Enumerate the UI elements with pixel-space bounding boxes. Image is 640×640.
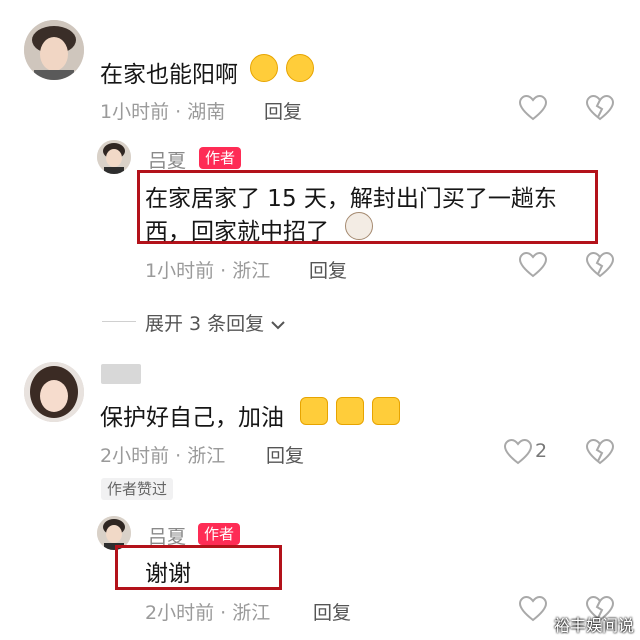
chevron-down-icon — [271, 320, 285, 329]
reply-button[interactable]: 回复 — [309, 256, 347, 283]
reply-button[interactable]: 回复 — [266, 441, 304, 468]
commenter-avatar[interactable] — [24, 362, 84, 422]
meta-separator: · — [175, 445, 182, 467]
comment-meta: 1小时前 · 湖南 — [100, 97, 225, 124]
like-heart-icon[interactable] — [504, 439, 532, 465]
watermark: 裕丰娱间说 — [553, 616, 634, 635]
like-count: 2 — [535, 440, 548, 462]
expand-replies-label: 展开 3 条回复 — [145, 313, 265, 335]
reply-meta: 1小时前 · 浙江 — [145, 256, 270, 283]
comment-meta: 2小时前 · 浙江 — [100, 441, 225, 468]
author-name[interactable]: 吕夏 — [148, 146, 186, 173]
comment-text: 在家也能阳啊 — [100, 62, 238, 88]
dislike-broken-heart-icon[interactable] — [586, 252, 614, 278]
comment-time: 1小时前 — [100, 101, 170, 123]
reply-location: 浙江 — [232, 602, 271, 624]
reply-time: 1小时前 — [145, 260, 215, 282]
crying-laugh-emoji — [250, 54, 278, 82]
dislike-broken-heart-icon[interactable] — [586, 439, 614, 465]
expand-replies-button[interactable]: 展开 3 条回复 — [145, 309, 286, 336]
reply-text-line2: 西，回家就中招了 — [145, 219, 329, 245]
reply-text-line1: 在家居家了 15 天，解封出门买了一趟东 — [145, 186, 557, 212]
reply-button[interactable]: 回复 — [313, 598, 351, 625]
meta-separator: · — [220, 260, 227, 282]
author-badge: 作者 — [199, 147, 242, 169]
meta-separator: · — [175, 101, 182, 123]
highlight-box — [115, 545, 282, 590]
finger-heart-emoji — [372, 397, 400, 425]
reply-time: 2小时前 — [145, 602, 215, 624]
crying-laugh-emoji — [286, 54, 314, 82]
finger-heart-emoji — [300, 397, 328, 425]
like-heart-icon[interactable] — [519, 596, 547, 622]
cat-emoji — [345, 212, 373, 240]
like-heart-icon[interactable] — [519, 95, 547, 121]
comment-location: 浙江 — [187, 445, 226, 467]
author-liked-badge: 作者赞过 — [101, 478, 174, 500]
comment-location: 湖南 — [187, 101, 226, 123]
reply-button[interactable]: 回复 — [264, 97, 302, 124]
reply-location: 浙江 — [232, 260, 271, 282]
finger-heart-emoji — [336, 397, 364, 425]
comment-time: 2小时前 — [100, 445, 170, 467]
blurred-username — [101, 364, 141, 384]
reply-text: 谢谢 — [145, 561, 191, 587]
author-avatar[interactable] — [97, 140, 131, 174]
expand-divider-line — [102, 321, 136, 322]
commenter-avatar[interactable] — [24, 20, 84, 80]
like-heart-icon[interactable] — [519, 252, 547, 278]
author-badge: 作者 — [198, 523, 241, 545]
reply-meta: 2小时前 · 浙江 — [145, 598, 270, 625]
meta-separator: · — [220, 602, 227, 624]
dislike-broken-heart-icon[interactable] — [586, 95, 614, 121]
comment-text: 保护好自己，加油 — [100, 405, 284, 431]
